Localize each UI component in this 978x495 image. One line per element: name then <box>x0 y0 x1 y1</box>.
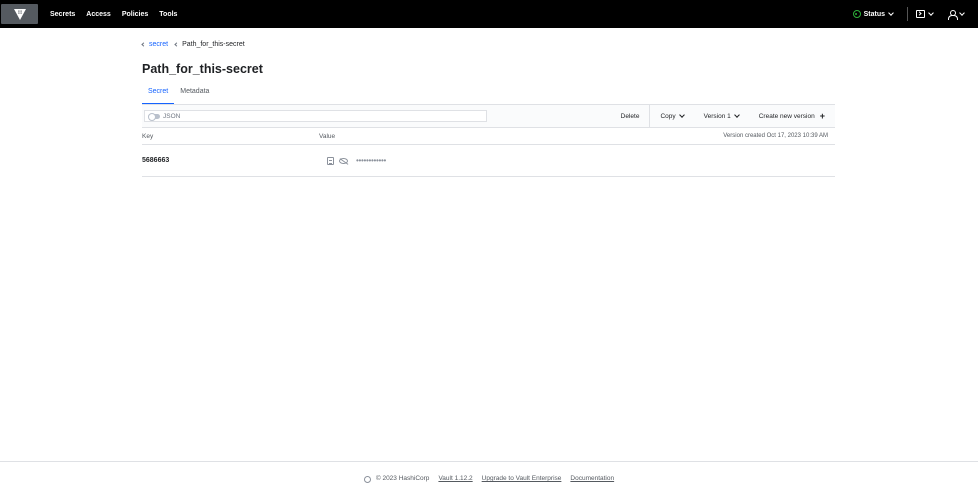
tab-metadata[interactable]: Metadata <box>174 84 215 104</box>
copy-dropdown-button[interactable]: Copy <box>650 104 693 128</box>
table-row: 5686663 •••••••••••• <box>142 145 835 177</box>
upgrade-link[interactable]: Upgrade to Vault Enterprise <box>482 475 562 482</box>
chevron-down-icon <box>888 10 894 16</box>
user-menu-button[interactable] <box>947 9 965 20</box>
console-menu-button[interactable] <box>916 10 934 18</box>
terminal-icon <box>916 10 925 18</box>
delete-button[interactable]: Delete <box>611 104 650 128</box>
breadcrumb: secret Path_for_this-secret <box>141 41 245 48</box>
chevron-down-icon <box>959 10 965 16</box>
copy-icon[interactable] <box>327 156 334 165</box>
version-created-text: Version created Oct 17, 2023 10:39 AM <box>723 133 828 139</box>
json-toggle-label: JSON <box>163 112 181 120</box>
status-label: Status <box>863 10 885 18</box>
secret-toolbar: JSON Delete Copy Version 1 Create new ve… <box>142 104 835 128</box>
vault-logo-icon[interactable] <box>1 4 38 24</box>
nav-right-group: Status <box>852 0 978 28</box>
footer: © 2023 HashiCorp Vault 1.12.2 Upgrade to… <box>0 461 978 495</box>
nav-link-access[interactable]: Access <box>86 11 111 18</box>
table-header: Key Value Version created Oct 17, 2023 1… <box>142 128 835 145</box>
nav-link-tools[interactable]: Tools <box>159 11 177 18</box>
nav-divider <box>907 7 908 21</box>
page-title: Path_for_this-secret <box>142 62 263 76</box>
nav-link-secrets[interactable]: Secrets <box>50 11 75 18</box>
secret-key: 5686663 <box>142 157 170 164</box>
status-menu-button[interactable]: Status <box>852 10 894 18</box>
chevron-left-icon <box>141 42 146 47</box>
secret-value-cell: •••••••••••• <box>327 155 387 165</box>
main-nav-links: Secrets Access Policies Tools <box>50 11 188 18</box>
masked-secret-value: •••••••••••• <box>356 155 387 165</box>
plus-icon: + <box>819 110 825 121</box>
version-button-label: Version 1 <box>703 112 731 120</box>
status-ok-icon <box>852 10 861 18</box>
copy-button-label: Copy <box>660 112 676 120</box>
chevron-down-icon <box>733 112 740 118</box>
eye-slash-icon[interactable] <box>339 157 348 164</box>
create-new-version-button[interactable]: Create new version + <box>749 104 835 128</box>
version-dropdown-button[interactable]: Version 1 <box>694 104 749 128</box>
chevron-left-icon <box>174 42 179 47</box>
chevron-down-icon <box>678 112 685 118</box>
vault-version-link[interactable]: Vault 1.12.2 <box>438 475 472 482</box>
tab-secret[interactable]: Secret <box>142 84 175 104</box>
vault-logo-shape <box>13 8 26 20</box>
toggle-switch-icon <box>148 113 160 121</box>
toolbar-actions: Delete Copy Version 1 Create new version… <box>611 104 835 128</box>
tab-bar: Secret Metadata <box>142 84 835 104</box>
hashicorp-logo-icon <box>363 476 371 483</box>
create-new-version-label: Create new version <box>758 112 815 120</box>
copyright-text: © 2023 HashiCorp <box>375 475 430 482</box>
breadcrumb-current: Path_for_this-secret <box>182 41 245 48</box>
chevron-down-icon <box>928 10 934 16</box>
top-nav: Secrets Access Policies Tools Status <box>0 0 978 28</box>
documentation-link[interactable]: Documentation <box>570 475 614 482</box>
column-header-value: Value <box>319 132 336 140</box>
delete-button-label: Delete <box>620 112 640 120</box>
json-toggle[interactable]: JSON <box>144 110 487 122</box>
user-icon <box>947 9 958 20</box>
column-header-key: Key <box>142 132 154 140</box>
breadcrumb-link-secret[interactable]: secret <box>149 41 168 48</box>
nav-link-policies[interactable]: Policies <box>122 11 148 18</box>
